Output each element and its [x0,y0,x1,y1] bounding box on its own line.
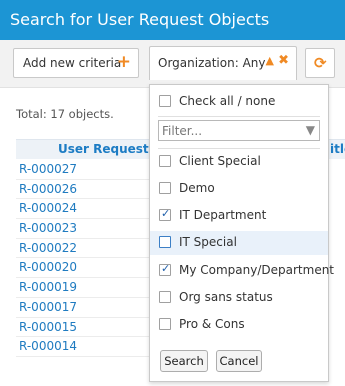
add-criteria-button[interactable]: Add new criteria + [13,48,139,78]
option-checkbox[interactable] [159,318,171,330]
refresh-icon: ⟳ [314,54,327,72]
funnel-icon: ▼ [305,123,315,137]
criteria-toolbar: Add new criteria + Organization: Any ▲ ✖… [0,40,345,88]
table-row[interactable]: R-000015 [16,318,156,338]
option-label: Client Special [179,154,261,168]
filter-input[interactable] [162,123,297,138]
table-row[interactable]: R-000014 [16,337,156,357]
column-header-user-request[interactable]: User Request [58,142,149,156]
option-checkbox[interactable] [159,155,171,167]
option-checkbox[interactable] [159,291,171,303]
search-button[interactable]: Search [160,350,208,372]
organization-criteria-button[interactable]: Organization: Any ▲ ✖ [149,46,297,80]
remove-criteria-icon[interactable]: ✖ [278,53,289,68]
divider [158,148,320,149]
option-it-special[interactable]: IT Special [150,231,328,255]
column-header-title[interactable]: itle [330,142,345,156]
option-label: IT Department [179,208,267,222]
table-row[interactable]: R-000027 [16,160,156,180]
organization-criteria-label: Organization: Any [158,56,266,70]
cancel-button[interactable]: Cancel [216,350,262,372]
option-label: Demo [179,181,215,195]
option-checkbox[interactable] [159,182,171,194]
table-row[interactable]: R-000023 [16,219,156,239]
table-row[interactable]: R-000017 [16,298,156,318]
check-all-checkbox[interactable] [159,95,171,107]
refresh-button[interactable]: ⟳ [305,48,335,78]
plus-icon: + [116,52,131,72]
option-my-company-department[interactable]: My Company/Department [150,259,334,283]
option-checkbox[interactable] [159,207,171,221]
filter-field[interactable]: ▼ [158,120,320,141]
table-row[interactable]: R-000019 [16,278,156,298]
option-checkbox[interactable] [159,262,171,276]
check-all-option[interactable]: Check all / none [150,90,328,114]
option-it-department[interactable]: IT Department [150,204,328,228]
option-label: Org sans status [179,290,273,304]
option-label: IT Special [179,235,237,249]
total-count: Total: 17 objects. [16,107,114,121]
page-title: Search for User Request Objects [10,10,270,29]
option-org-sans-status[interactable]: Org sans status [150,286,328,310]
option-label: Pro & Cons [179,317,245,331]
add-criteria-label: Add new criteria [23,56,122,70]
option-demo[interactable]: Demo [150,177,328,201]
table-row[interactable]: R-000020 [16,258,156,279]
results-list: R-000027 R-000026 R-000024 R-000023 R-00… [16,160,156,357]
page-header: Search for User Request Objects [0,0,345,40]
divider [158,116,320,117]
table-row[interactable]: R-000022 [16,239,156,259]
option-checkbox[interactable] [159,236,171,248]
check-all-label: Check all / none [179,94,276,108]
organization-dropdown: Check all / none ▼ Client Special Demo I… [149,84,334,382]
option-pro-cons[interactable]: Pro & Cons [150,313,328,337]
option-client-special[interactable]: Client Special [150,150,328,174]
table-row[interactable]: R-000026 [16,180,156,200]
caret-up-icon[interactable]: ▲ [266,54,274,67]
table-row[interactable]: R-000024 [16,199,156,220]
option-label: My Company/Department [179,263,335,277]
